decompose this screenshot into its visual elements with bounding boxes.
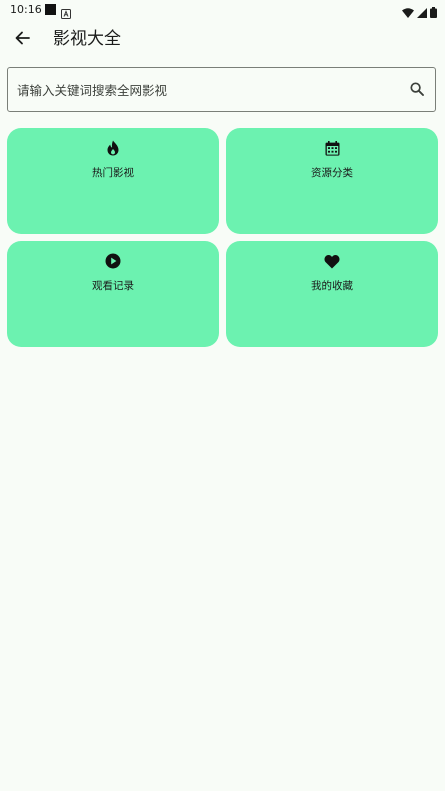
calendar-icon (324, 140, 340, 156)
card-label: 热门影视 (92, 167, 134, 179)
card-label: 资源分类 (311, 167, 353, 179)
card-watch-history[interactable]: 观看记录 (7, 241, 219, 347)
search-box (7, 67, 436, 112)
fire-icon (105, 140, 121, 156)
play-circle-icon (105, 253, 121, 269)
notification-square-icon (45, 4, 56, 15)
search-button[interactable] (407, 80, 427, 100)
back-button[interactable] (8, 26, 36, 54)
notification-app-icon (61, 4, 71, 19)
card-resource-categories[interactable]: 资源分类 (226, 128, 438, 234)
arrow-left-icon (14, 30, 30, 50)
status-bar: 10:16 (0, 0, 445, 20)
feature-grid: 热门影视 资源分类 观看记录 我的收藏 (7, 128, 438, 347)
search-icon (410, 81, 424, 100)
search-input[interactable] (17, 79, 397, 101)
status-time: 10:16 (10, 3, 42, 16)
card-label: 我的收藏 (311, 280, 353, 292)
card-label: 观看记录 (92, 280, 134, 292)
heart-icon (324, 253, 340, 269)
page-title: 影视大全 (53, 29, 121, 49)
app-bar: 影视大全 (0, 20, 445, 60)
card-hot-videos[interactable]: 热门影视 (7, 128, 219, 234)
card-my-favorites[interactable]: 我的收藏 (226, 241, 438, 347)
